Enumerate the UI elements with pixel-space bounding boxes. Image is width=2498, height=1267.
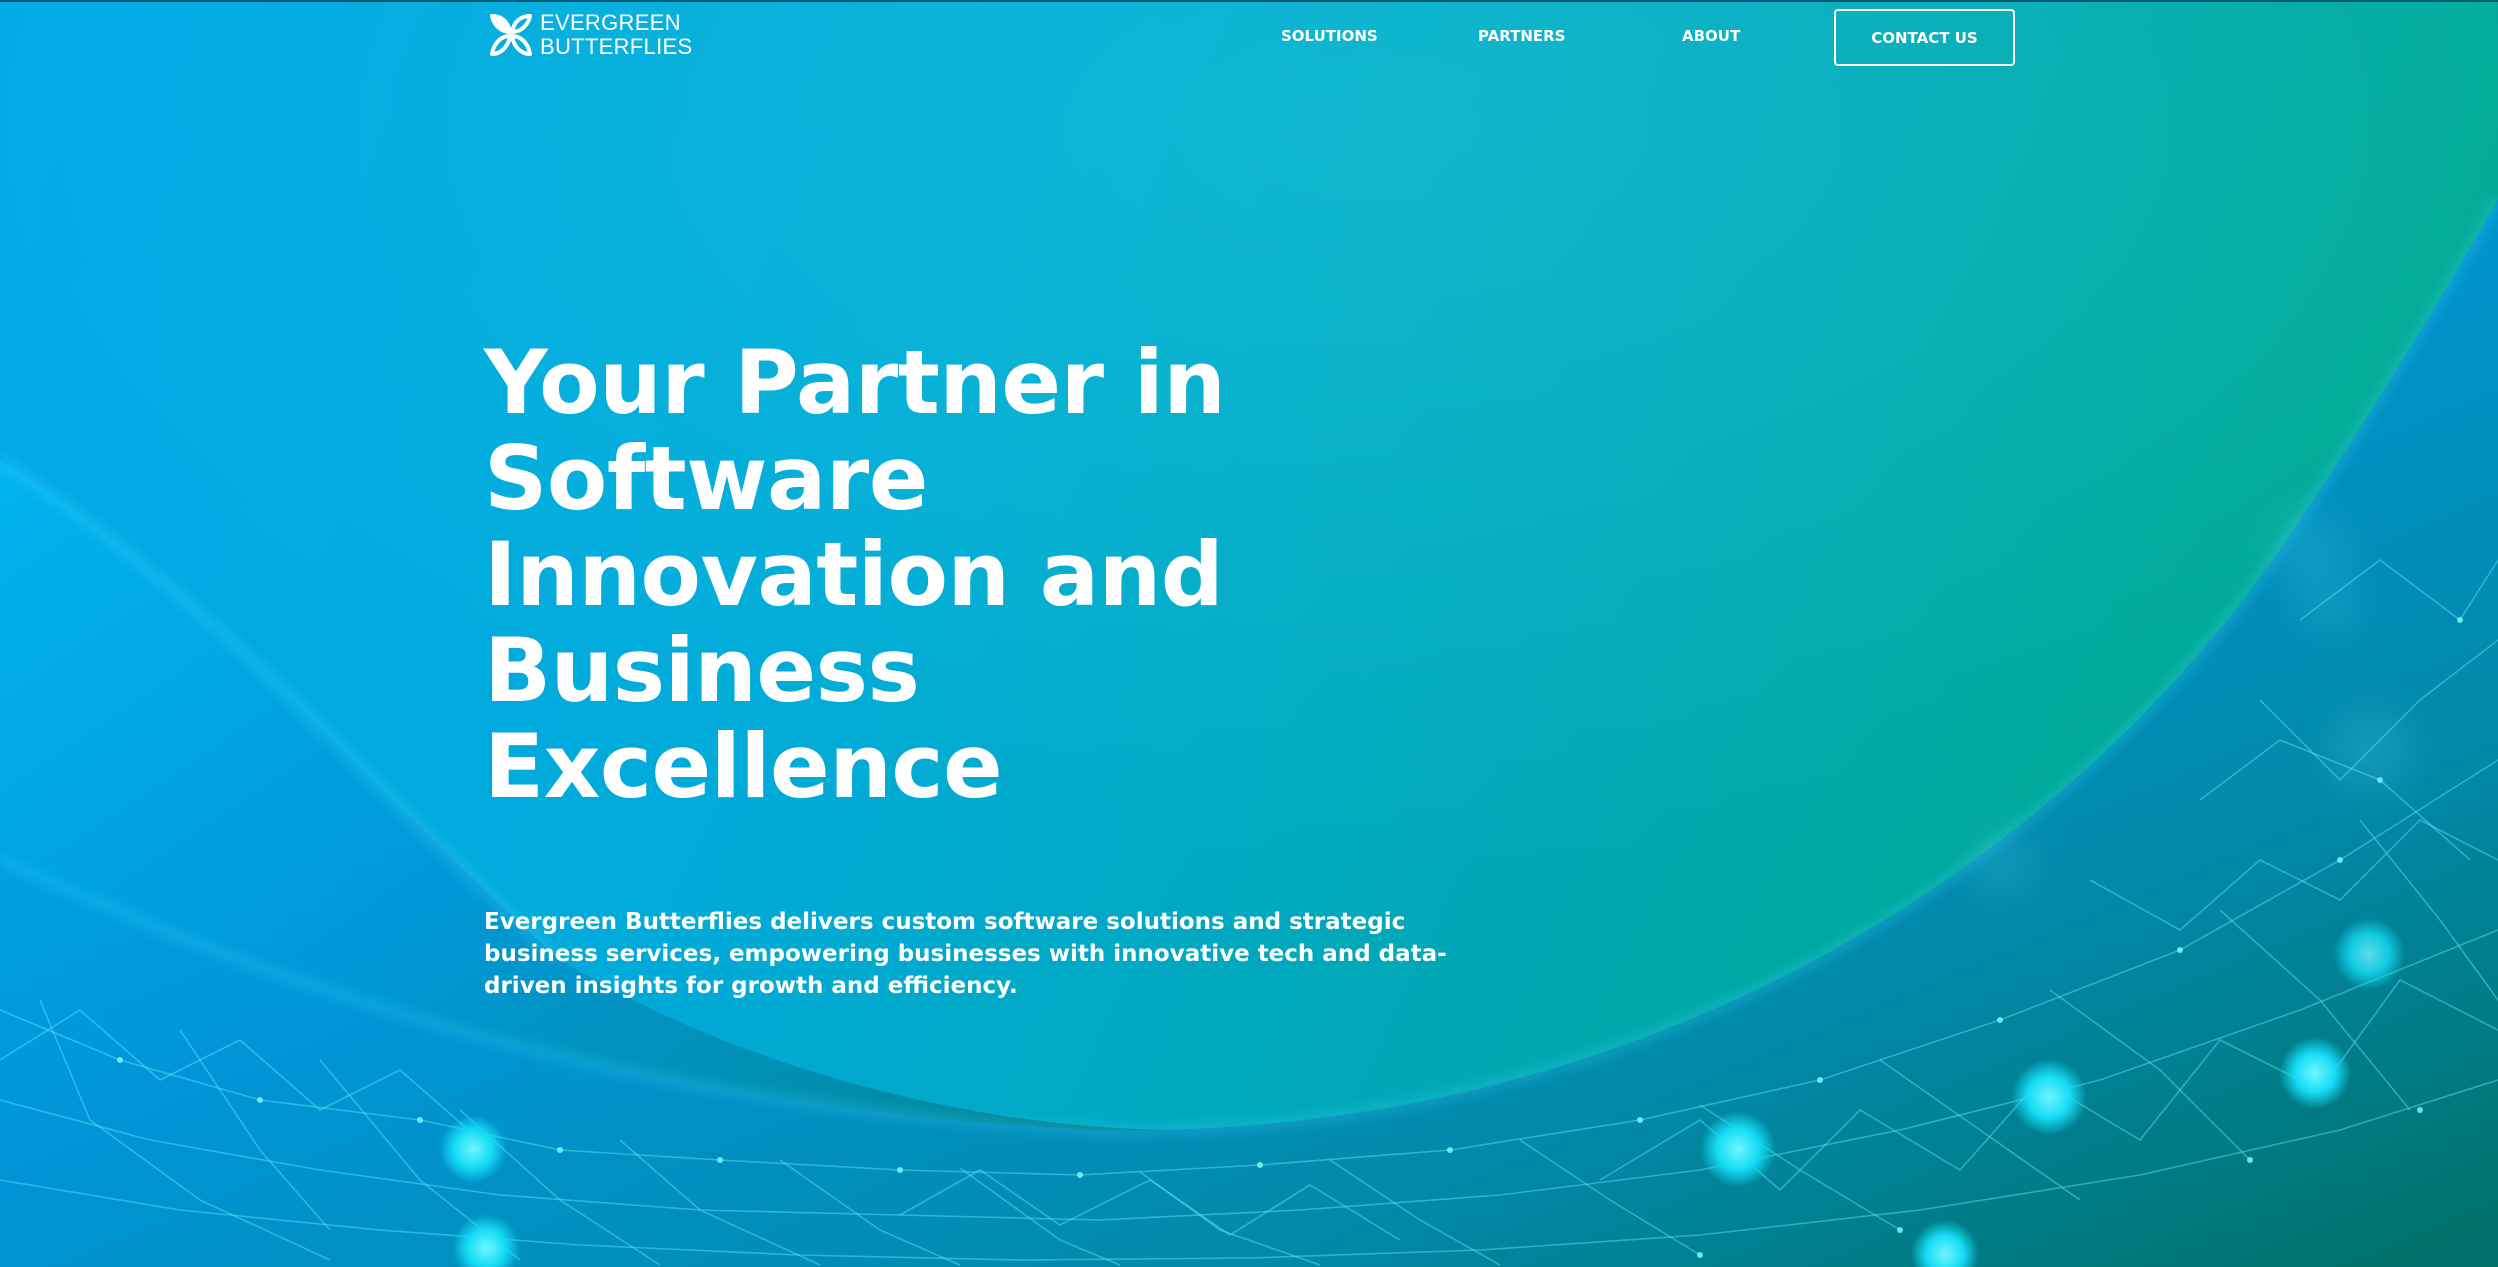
nav-link-solutions[interactable]: SOLUTIONS <box>1281 27 1378 45</box>
nav-link-partners[interactable]: PARTNERS <box>1478 27 1566 45</box>
brand-name: EVERGREEN BUTTERFLIES <box>540 11 692 59</box>
hero-heading-line-3: Innovation and <box>484 523 1224 626</box>
butterfly-logo-icon <box>490 14 532 56</box>
network-wave-background <box>0 0 2498 1267</box>
top-navigation-bar: EVERGREEN BUTTERFLIES SOLUTIONS PARTNERS… <box>0 0 2498 80</box>
hero-heading-line-5: Excellence <box>484 715 1003 818</box>
hero-description: Evergreen Butterflies delivers custom so… <box>484 909 1447 999</box>
brand-name-line1: EVERGREEN <box>540 10 681 35</box>
hero-section: Your Partner in Software Innovation and … <box>484 335 1244 815</box>
hero-heading: Your Partner in Software Innovation and … <box>484 335 1244 815</box>
nav-link-about[interactable]: ABOUT <box>1682 27 1740 45</box>
top-border-line <box>0 0 2498 2</box>
hero-heading-line-1: Your Partner in <box>484 331 1226 434</box>
hero-heading-line-2: Software <box>484 427 928 530</box>
brand-logo[interactable]: EVERGREEN BUTTERFLIES <box>486 10 692 60</box>
contact-us-button[interactable]: CONTACT US <box>1834 9 2015 66</box>
hero-heading-line-4: Business <box>484 619 920 722</box>
brand-name-line2: BUTTERFLIES <box>540 34 693 59</box>
